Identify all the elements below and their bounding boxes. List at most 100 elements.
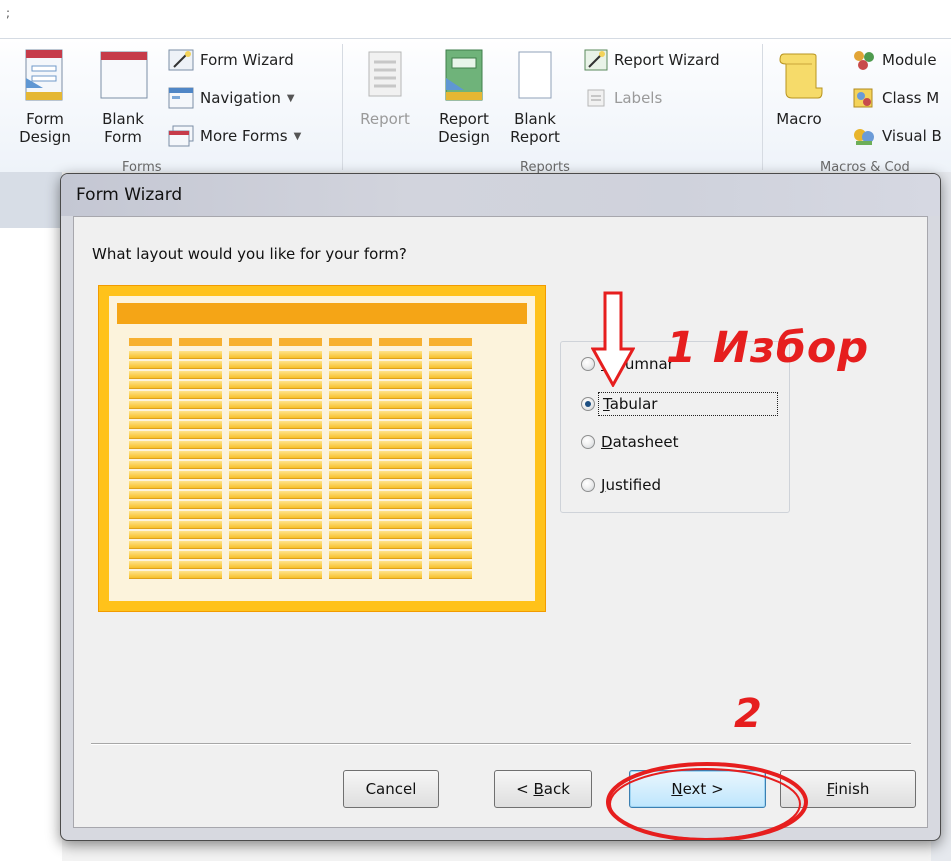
annotation-step-2: 2: [734, 691, 762, 737]
labels-button[interactable]: Labels: [584, 86, 662, 110]
option-tabular-label: Tabular: [598, 392, 778, 416]
preview-cell: [179, 531, 222, 539]
class-module-button[interactable]: Class M: [852, 86, 939, 110]
preview-cell: [329, 521, 372, 529]
group-separator: [762, 44, 763, 170]
preview-cell: [229, 451, 272, 459]
preview-cell: [279, 461, 322, 469]
preview-cell: [279, 511, 322, 519]
navigation-icon: [168, 87, 194, 109]
preview-cell: [429, 461, 472, 469]
preview-cell: [129, 501, 172, 509]
preview-cell: [429, 501, 472, 509]
preview-cell: [429, 401, 472, 409]
blank-report-label-1: Blank: [514, 110, 556, 128]
form-wizard-button[interactable]: Form Wizard: [168, 48, 294, 72]
preview-cell: [379, 421, 422, 429]
blank-report-button[interactable]: Blank Report: [500, 48, 570, 146]
ribbon-tab-strip: ;: [0, 0, 951, 38]
preview-cell: [229, 541, 272, 549]
radio-button[interactable]: [581, 478, 595, 492]
preview-cell: [179, 351, 222, 359]
preview-cell: [329, 451, 372, 459]
preview-cell: [229, 571, 272, 579]
form-design-button[interactable]: Form Design: [14, 48, 76, 146]
more-forms-icon: [168, 125, 194, 147]
preview-cell: [279, 391, 322, 399]
more-forms-button[interactable]: More Forms ▼: [168, 124, 301, 148]
navigation-button[interactable]: Navigation ▼: [168, 86, 295, 110]
option-justified[interactable]: Justified: [581, 473, 661, 497]
preview-cell: [429, 451, 472, 459]
preview-cell: [279, 531, 322, 539]
report-icon: [368, 51, 402, 97]
preview-cell: [379, 391, 422, 399]
preview-cell: [279, 371, 322, 379]
preview-cell: [179, 401, 222, 409]
macro-button[interactable]: Macro: [772, 48, 826, 128]
preview-cell: [379, 551, 422, 559]
form-wizard-dialog: Form Wizard What layout would you like f…: [60, 173, 941, 841]
preview-cell: [329, 531, 372, 539]
preview-cell: [179, 501, 222, 509]
module-button[interactable]: Module: [852, 48, 937, 72]
blank-form-icon: [100, 51, 148, 99]
cancel-button[interactable]: Cancel: [343, 770, 439, 808]
navigation-pane-header: [0, 172, 62, 228]
preview-cell: [429, 371, 472, 379]
preview-column: [179, 338, 222, 581]
option-tabular[interactable]: Tabular: [581, 392, 778, 416]
radio-button[interactable]: [581, 435, 595, 449]
preview-form: [109, 296, 535, 601]
preview-cell: [179, 571, 222, 579]
preview-cell: [179, 491, 222, 499]
preview-cell: [379, 571, 422, 579]
wand-icon: [168, 49, 194, 71]
blank-form-label-1: Blank: [102, 110, 144, 128]
blank-form-label-2: Form: [104, 128, 142, 146]
preview-cell: [329, 491, 372, 499]
preview-cell: [129, 361, 172, 369]
dialog-titlebar[interactable]: Form Wizard: [61, 174, 940, 216]
preview-cell: [279, 501, 322, 509]
back-label: < Back: [516, 780, 570, 798]
preview-cell: [279, 381, 322, 389]
preview-cell: [329, 461, 372, 469]
tab-fragment: ;: [6, 6, 11, 20]
visual-basic-button[interactable]: Visual B: [852, 124, 942, 148]
preview-cell: [329, 551, 372, 559]
report-design-label-1: Report: [439, 110, 489, 128]
ribbon-divider: [0, 38, 951, 39]
report-wizard-label: Report Wizard: [614, 51, 720, 69]
back-button[interactable]: < Back: [494, 770, 592, 808]
preview-cell: [279, 361, 322, 369]
preview-table: [117, 338, 527, 581]
preview-column: [329, 338, 372, 581]
preview-cell: [179, 441, 222, 449]
report-wizard-button[interactable]: Report Wizard: [584, 48, 720, 72]
preview-cell: [129, 421, 172, 429]
preview-cell: [329, 361, 372, 369]
preview-cell: [379, 371, 422, 379]
preview-cell: [179, 431, 222, 439]
class-module-label: Class M: [882, 89, 940, 107]
preview-cell: [429, 531, 472, 539]
report-design-button[interactable]: Report Design: [428, 48, 500, 146]
group-separator: [342, 44, 343, 170]
chevron-down-icon: ▼: [286, 92, 295, 104]
preview-cell: [379, 521, 422, 529]
radio-button-selected[interactable]: [581, 397, 595, 411]
preview-cell: [179, 481, 222, 489]
preview-cell: [229, 431, 272, 439]
wand-icon: [584, 49, 608, 71]
blank-form-button[interactable]: Blank Form: [88, 48, 158, 146]
preview-cell: [379, 511, 422, 519]
option-datasheet[interactable]: Datasheet: [581, 430, 679, 454]
preview-cell: [279, 451, 322, 459]
form-design-label-1: Form: [26, 110, 64, 128]
preview-cell: [229, 471, 272, 479]
preview-cell: [279, 441, 322, 449]
preview-cell: [279, 481, 322, 489]
report-button[interactable]: Report: [352, 48, 418, 128]
preview-cell: [429, 511, 472, 519]
